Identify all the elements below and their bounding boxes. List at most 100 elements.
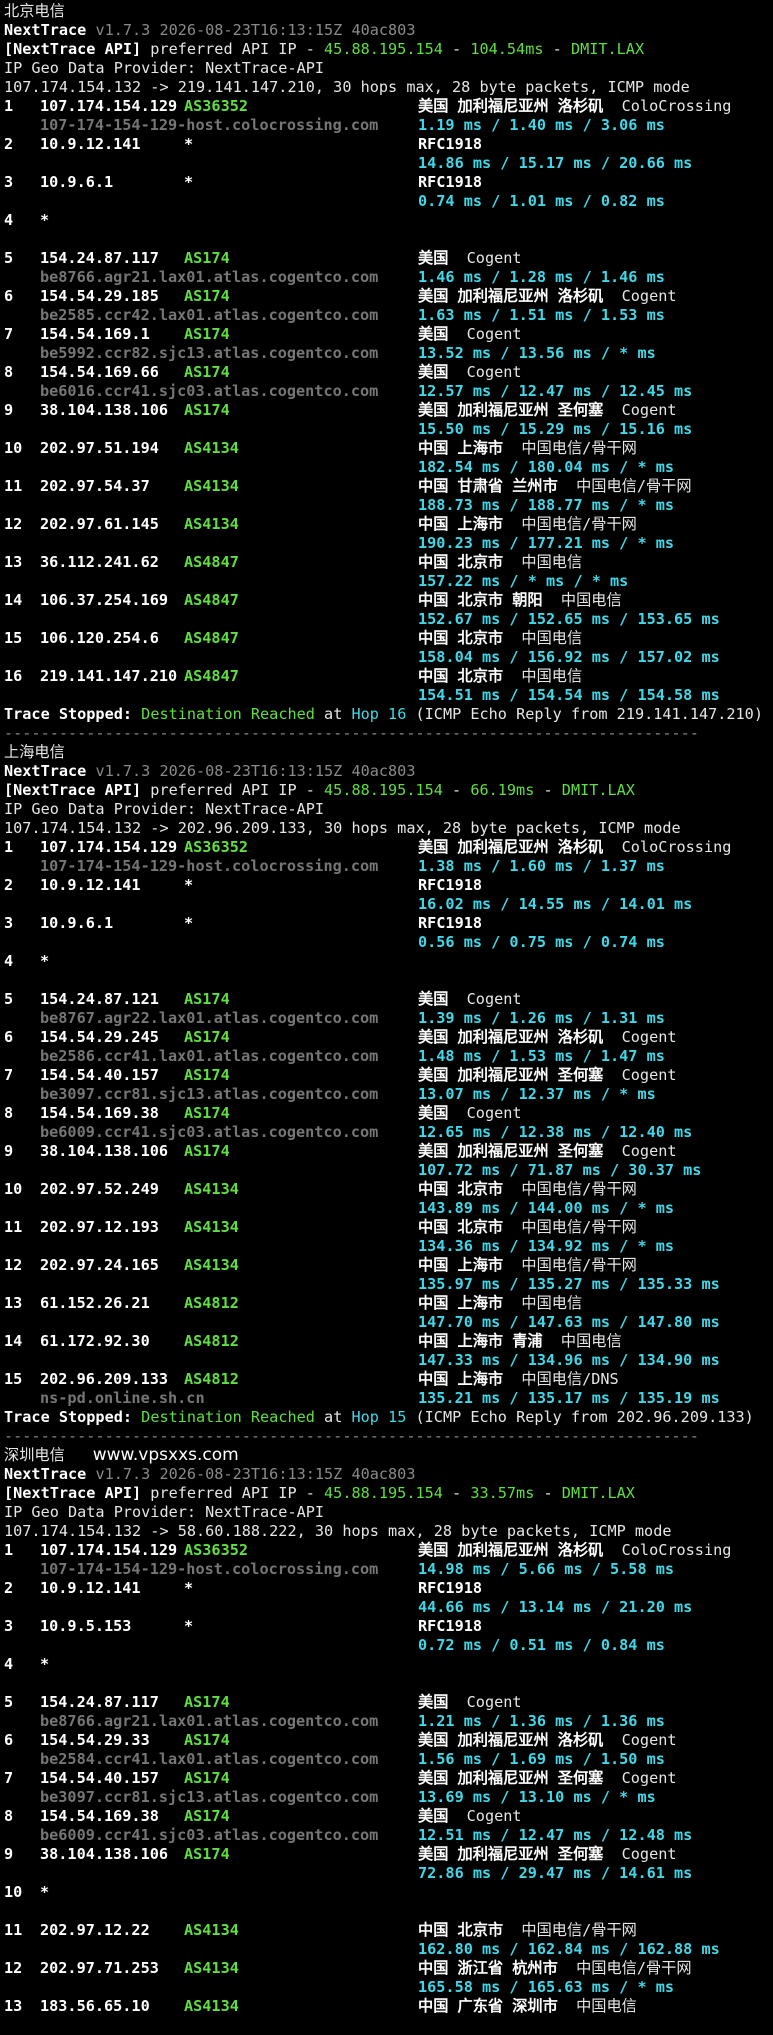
hop-asn: AS174 [184,1142,230,1160]
hop-ip: * [40,211,50,229]
hop-list: 1 107.174.154.129 AS36352 美国 加利福尼亚州 洛杉矶 Col… [4,838,769,1408]
hop-location: 美国 [418,363,449,381]
hop-asn: AS4812 [184,1370,239,1388]
hop-geo: 美国 加利福尼亚州 洛杉矶 ColoCrossing [418,1541,731,1560]
hop-geo: 中国 北京市 中国电信/骨干网 [418,1218,637,1237]
hop-row: 8 154.54.169.38 AS174 美国 Cogent [4,1104,769,1123]
hop-ip: 107.174.154.129 [40,838,178,856]
hop-row: 15 202.96.209.133 AS4812 中国 上海市 中国电信/DNS [4,1370,769,1389]
hop-hostname: be8767.agr22.lax01.atlas.cogentco.com [40,1009,379,1027]
hop-detail-row: 188.73 ms / 188.77 ms / * ms [4,496,769,515]
hop-ip: 10.9.6.1 [40,173,114,191]
hop-location: RFC1918 [418,914,483,932]
hop-detail-row: 157.22 ms / * ms / * ms [4,572,769,591]
hop-number: 10 [4,439,23,457]
hop-geo: 中国 上海市 中国电信/骨干网 [418,515,637,534]
hop-isp: Cogent [603,1028,677,1046]
hop-ip: 154.54.169.1 [40,325,150,343]
stop-reached: Destination Reached [141,705,315,723]
hop-number: 11 [4,477,23,495]
hop-location: 美国 加利福尼亚州 洛杉矶 [418,287,604,305]
hop-location: 中国 北京市 [418,1218,504,1236]
hop-location: 中国 上海市 青浦 [418,1332,543,1350]
hop-hostname: be2586.ccr41.lax01.atlas.cogentco.com [40,1047,379,1065]
hop-row: 1 107.174.154.129 AS36352 美国 加利福尼亚州 洛杉矶 Col… [4,97,769,116]
hop-number: 3 [4,173,14,191]
hop-rtt: 1.46 ms / 1.28 ms / 1.46 ms [418,268,665,286]
hop-isp: Cogent [603,287,677,305]
stop-label: Trace Stopped: [4,1408,133,1426]
stop-hop: Hop 16 [351,705,407,723]
hop-geo: 中国 北京市 朝阳 中国电信 [418,591,622,610]
hop-geo: 美国 加利福尼亚州 洛杉矶 ColoCrossing [418,838,731,857]
hop-row: 5 154.24.87.121 AS174 美国 Cogent [4,990,769,1009]
hop-number: 10 [4,1883,23,1901]
hop-number: 9 [4,1845,14,1863]
hop-isp: 中国电信 [503,629,583,647]
api-label: [NextTrace API] [4,1484,142,1502]
hop-rtt: 188.73 ms / 188.77 ms / * ms [418,496,675,514]
hop-row: 11 202.97.12.22 AS4134 中国 北京市 中国电信/骨干网 [4,1921,769,1940]
hop-row: 4 * [4,1655,769,1674]
hop-row: 10 * [4,1883,769,1902]
hop-isp: 中国电信 [557,1997,637,2015]
hop-ip: 154.54.169.38 [40,1104,159,1122]
hop-detail-row: be2584.ccr41.lax01.atlas.cogentco.com 1.5… [4,1750,769,1769]
hop-row: 13 61.152.26.21 AS4812 中国 上海市 中国电信 [4,1294,769,1313]
hop-location: RFC1918 [418,135,483,153]
hop-number: 6 [4,287,14,305]
hop-row: 16 219.141.147.210 AS4847 中国 北京市 中国电信 [4,667,769,686]
api-dash: - [442,1484,471,1502]
hop-ip: 10.9.6.1 [40,914,114,932]
app-name: NextTrace [4,762,87,780]
hop-detail-row [4,2016,769,2035]
hop-isp: Cogent [603,1769,677,1787]
hop-geo: 中国 甘肃省 兰州市 中国电信/骨干网 [418,477,692,496]
hop-list: 1 107.174.154.129 AS36352 美国 加利福尼亚州 洛杉矶 Col… [4,1541,769,2035]
hop-asn: AS36352 [184,97,249,115]
hop-rtt: 1.56 ms / 1.69 ms / 1.50 ms [418,1750,665,1768]
hop-ip: * [40,952,50,970]
hop-geo: 美国 加利福尼亚州 洛杉矶 Cogent [418,287,677,306]
hop-rtt: 15.50 ms / 15.29 ms / 15.16 ms [418,420,693,438]
hop-number: 7 [4,1066,14,1084]
hop-ip: 219.141.147.210 [40,667,178,685]
hop-row: 8 154.54.169.38 AS174 美国 Cogent [4,1807,769,1826]
hop-geo: RFC1918 [418,1579,482,1598]
hop-isp: ColoCrossing [603,838,732,856]
divider: ----------------------------------------… [4,1427,769,1446]
hop-asn: * [184,914,194,932]
hop-isp: 中国电信 [503,1294,583,1312]
hop-isp: Cogent [448,249,522,267]
hop-ip: 10.9.12.141 [40,135,141,153]
hop-number: 6 [4,1731,14,1749]
hop-isp: 中国电信/骨干网 [503,1218,637,1236]
hop-detail-row: 15.50 ms / 15.29 ms / 15.16 ms [4,420,769,439]
hop-geo: RFC1918 [418,914,482,933]
hop-geo: 中国 上海市 中国电信/骨干网 [418,1256,637,1275]
hop-rtt: 16.02 ms / 14.55 ms / 14.01 ms [418,895,693,913]
hop-number: 5 [4,1693,14,1711]
hop-isp: 中国电信/骨干网 [557,477,692,495]
hop-rtt: 107.72 ms / 71.87 ms / 30.37 ms [418,1161,702,1179]
hop-detail-row: be2586.ccr41.lax01.atlas.cogentco.com 1.4… [4,1047,769,1066]
hop-location: 中国 上海市 [418,1370,504,1388]
hop-location: 中国 上海市 [418,439,504,457]
hop-hostname: be5992.ccr82.sjc13.atlas.cogentco.com [40,344,379,362]
hop-number: 13 [4,1997,23,2015]
hop-number: 4 [4,952,14,970]
hop-location: 美国 加利福尼亚州 洛杉矶 [418,1731,604,1749]
hop-asn: AS36352 [184,838,249,856]
hop-location: 中国 北京市 [418,629,504,647]
hop-isp: 中国电信/骨干网 [503,515,637,533]
hop-hostname: be2585.ccr42.lax01.atlas.cogentco.com [40,306,379,324]
terminal-output: 北京电信 NextTrace v1.7.3 2026-08-23T16:13:1… [0,0,773,2035]
hop-detail-row: 154.51 ms / 154.54 ms / 154.58 ms [4,686,769,705]
hop-geo: 美国 加利福尼亚州 圣何塞 Cogent [418,401,677,420]
version-text: v1.7.3 2026-08-23T16:13:15Z 40ac803 [86,21,416,39]
hop-ip: 154.54.169.66 [40,363,159,381]
hop-asn: AS174 [184,1693,230,1711]
hop-isp: Cogent [448,363,522,381]
hop-row: 9 38.104.138.106 AS174 美国 加利福尼亚州 圣何塞 Cogent [4,1845,769,1864]
hop-row: 12 202.97.24.165 AS4134 中国 上海市 中国电信/骨干网 [4,1256,769,1275]
